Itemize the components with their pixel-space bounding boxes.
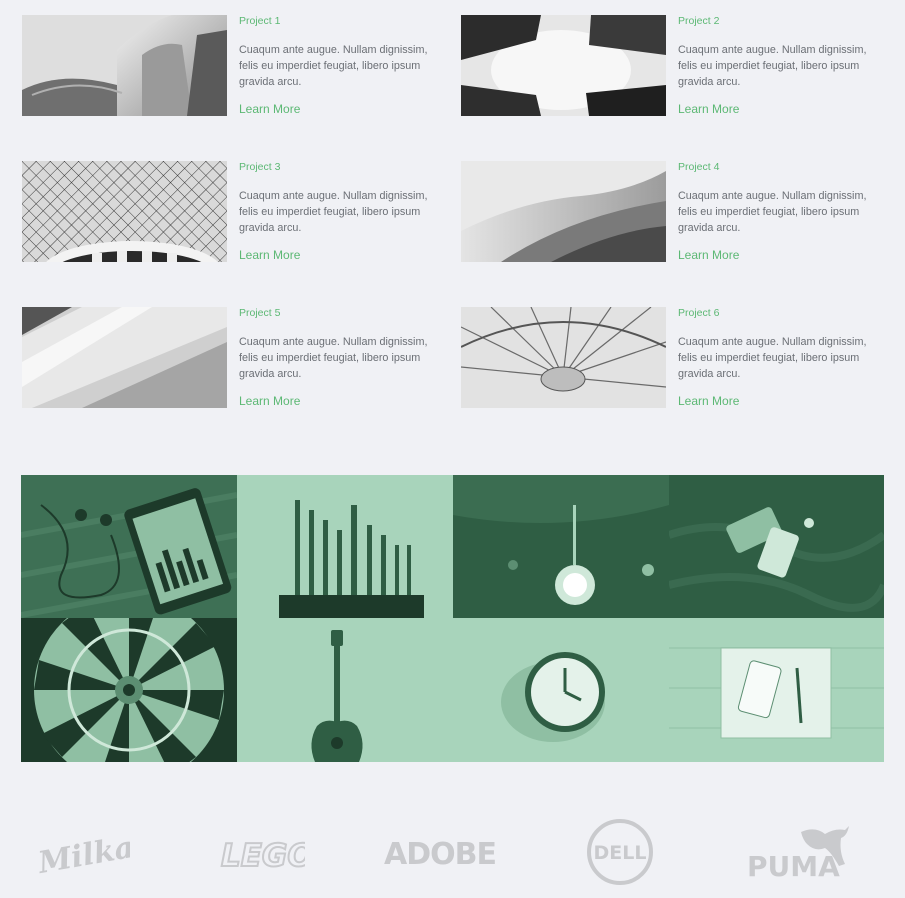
svg-text:Milka: Milka xyxy=(35,830,130,881)
project-6-learn-more-link[interactable]: Learn More xyxy=(678,394,739,408)
photo-gallery xyxy=(21,475,884,762)
project-6-image[interactable] xyxy=(461,307,666,408)
project-1-description: Cuaqum ante augue. Nullam dignissim, fel… xyxy=(239,44,428,88)
gallery-tile-light-bulb[interactable] xyxy=(453,475,669,618)
milka-logo[interactable]: Milka xyxy=(35,818,130,886)
svg-text:PUMA: PUMA xyxy=(747,850,840,882)
project-3-title: Project 3 xyxy=(239,161,281,173)
svg-text:LEGO: LEGO xyxy=(221,838,305,874)
svg-text:ADOBE: ADOBE xyxy=(384,837,496,872)
project-card: Project 3 Cuaqum ante augue. Nullam dign… xyxy=(22,161,442,263)
project-2-learn-more-link[interactable]: Learn More xyxy=(678,102,739,116)
gallery-tile-wall-clock[interactable] xyxy=(453,618,669,762)
project-1-image[interactable] xyxy=(22,15,227,116)
adobe-logo[interactable]: ADOBE xyxy=(381,818,499,886)
brand-logos: Milka LEGO ADOBE DELL PUMA xyxy=(0,800,905,898)
project-card: Project 4 Cuaqum ante augue. Nullam dign… xyxy=(461,161,881,263)
gallery-tile-dartboard[interactable] xyxy=(21,618,237,762)
project-6-description: Cuaqum ante augue. Nullam dignissim, fel… xyxy=(678,336,867,380)
lego-logo-art: LEGO xyxy=(220,837,305,875)
gallery-tile-phone-headphones[interactable] xyxy=(21,475,237,618)
project-4-image[interactable] xyxy=(461,161,666,262)
dell-logo[interactable]: DELL xyxy=(583,818,657,886)
milka-logo-art: Milka xyxy=(35,830,130,881)
project-card: Project 6 Cuaqum ante augue. Nullam dign… xyxy=(461,307,881,409)
adobe-logo-art: ADOBE xyxy=(384,837,497,872)
project-4-title: Project 4 xyxy=(678,161,720,173)
project-3-learn-more-link[interactable]: Learn More xyxy=(239,248,300,262)
gallery-tile-guitar[interactable] xyxy=(237,618,453,762)
project-6-title: Project 6 xyxy=(678,307,720,319)
puma-logo-art: PUMA xyxy=(747,826,849,882)
lego-logo[interactable]: LEGO xyxy=(217,818,305,886)
gallery-tile-phones-on-fabric[interactable] xyxy=(669,475,884,618)
project-3-description: Cuaqum ante augue. Nullam dignissim, fel… xyxy=(239,190,428,234)
gallery-tile-drill-bits[interactable] xyxy=(237,475,453,618)
project-4-description: Cuaqum ante augue. Nullam dignissim, fel… xyxy=(678,190,867,234)
project-card: Project 2 Cuaqum ante augue. Nullam dign… xyxy=(461,15,881,117)
dell-logo-art: DELL xyxy=(587,819,653,885)
project-5-image[interactable] xyxy=(22,307,227,408)
project-1-learn-more-link[interactable]: Learn More xyxy=(239,102,300,116)
gallery-tile-notebook-phone[interactable] xyxy=(669,618,884,762)
project-2-description: Cuaqum ante augue. Nullam dignissim, fel… xyxy=(678,44,867,88)
project-2-image[interactable] xyxy=(461,15,666,116)
project-card: Project 5 Cuaqum ante augue. Nullam dign… xyxy=(22,307,442,409)
svg-text:DELL: DELL xyxy=(594,842,647,864)
project-5-learn-more-link[interactable]: Learn More xyxy=(239,394,300,408)
project-2-title: Project 2 xyxy=(678,15,720,27)
project-5-description: Cuaqum ante augue. Nullam dignissim, fel… xyxy=(239,336,428,380)
project-5-title: Project 5 xyxy=(239,307,281,319)
project-4-learn-more-link[interactable]: Learn More xyxy=(678,248,739,262)
project-1-title: Project 1 xyxy=(239,15,281,27)
project-3-image[interactable] xyxy=(22,161,227,262)
project-card: Project 1 Cuaqum ante augue. Nullam dign… xyxy=(22,15,442,117)
puma-logo[interactable]: PUMA xyxy=(745,818,855,886)
